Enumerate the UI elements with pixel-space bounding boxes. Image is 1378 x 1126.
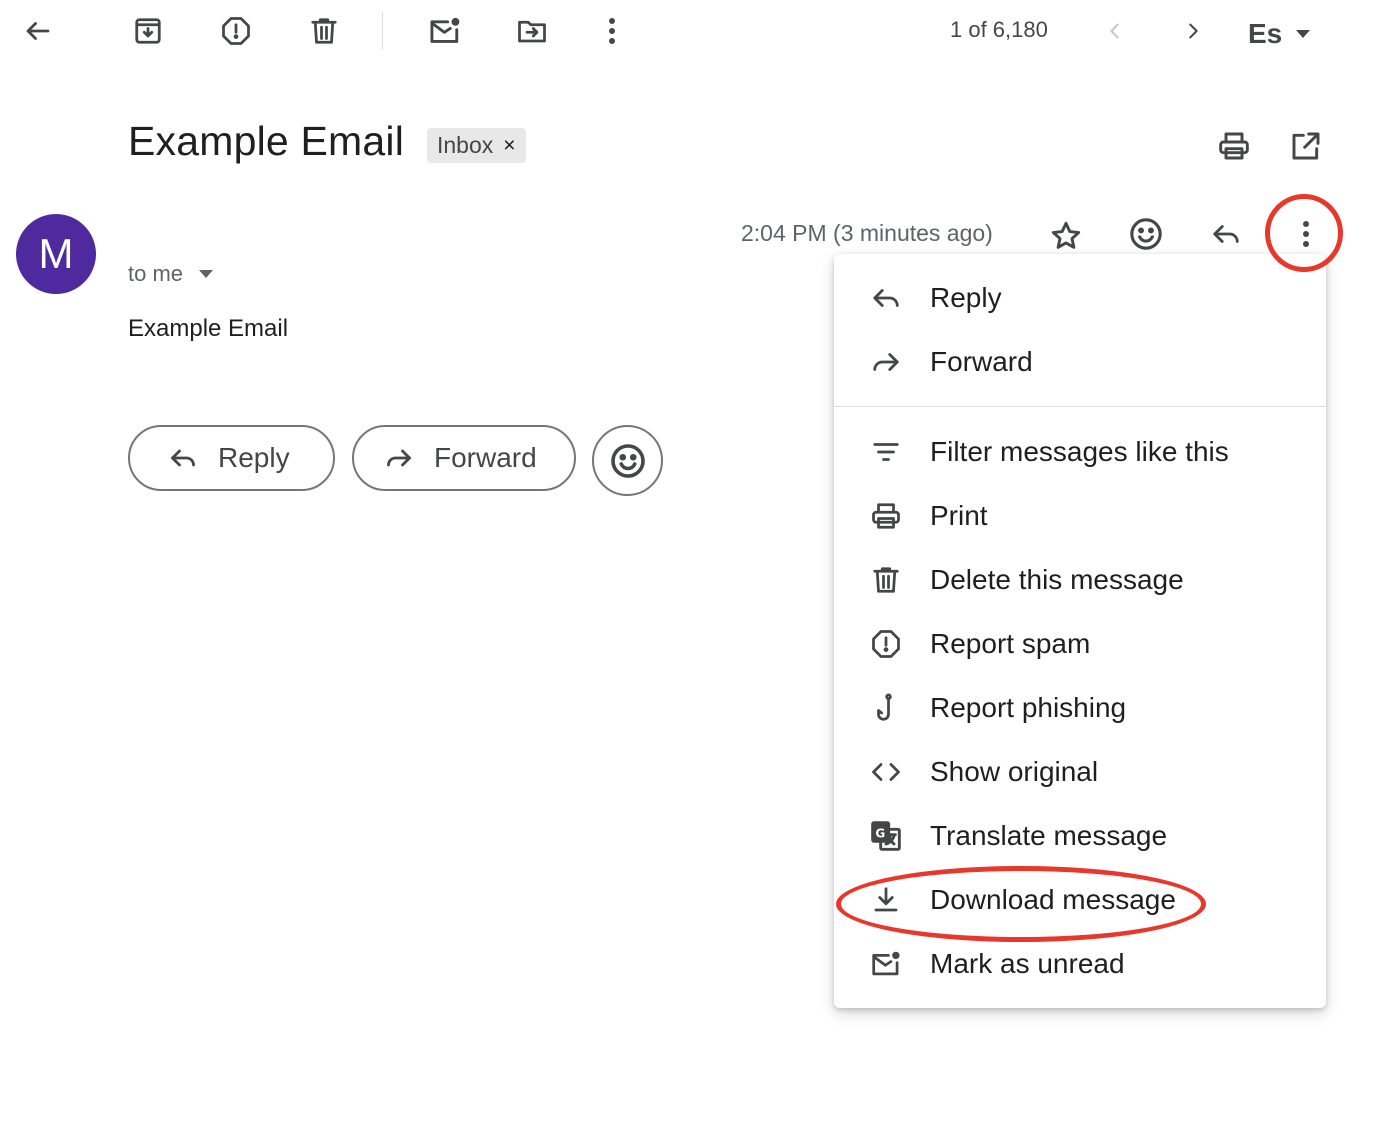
trash-icon [870, 564, 902, 596]
emoji-icon [610, 443, 645, 478]
menu-item-delete[interactable]: Delete this message [834, 548, 1326, 612]
move-to-button[interactable] [512, 12, 552, 50]
download-icon [870, 884, 902, 916]
input-tools-button[interactable]: Es [1248, 14, 1311, 54]
menu-item-label: Translate message [930, 820, 1168, 851]
archive-button[interactable] [128, 12, 168, 50]
email-subject: Example Email [128, 118, 405, 164]
chevron-down-icon [1296, 30, 1311, 38]
forward-icon [387, 449, 411, 467]
avatar[interactable]: M [16, 214, 96, 294]
menu-item-label: Report phishing [930, 692, 1127, 723]
more-vert-icon [609, 18, 615, 44]
menu-item-label: Mark as unread [930, 948, 1125, 979]
newer-button[interactable] [1100, 12, 1130, 50]
add-reaction-button[interactable] [1126, 214, 1166, 254]
menu-item-label: Print [930, 500, 988, 531]
menu-item-reply[interactable]: Reply [834, 266, 1326, 330]
emoji-icon [1130, 218, 1162, 250]
more-vert-icon [1303, 221, 1309, 247]
back-button[interactable] [18, 12, 58, 50]
reply-icon [1213, 225, 1239, 243]
trash-icon [311, 18, 337, 44]
recipient-label: to me [128, 261, 184, 286]
label-chip-text: Inbox [437, 132, 494, 158]
message-timestamp: 2:04 PM (3 minutes ago) [741, 220, 993, 246]
move-to-folder-icon [518, 20, 546, 43]
code-icon [870, 756, 902, 788]
reply-icon [171, 449, 195, 467]
open-new-window-button[interactable] [1286, 126, 1326, 166]
chevron-down-icon [199, 270, 214, 278]
report-spam-button[interactable] [216, 12, 256, 50]
translate-icon: G [870, 820, 902, 852]
recipient-details[interactable]: to me [128, 261, 214, 287]
reply-button[interactable] [1206, 214, 1246, 254]
message-more-button[interactable] [1286, 214, 1326, 254]
print-icon [1219, 132, 1249, 160]
menu-item-report-phishing[interactable]: Report phishing [834, 676, 1326, 740]
reply-pill-label: Reply [218, 442, 290, 473]
menu-item-mark-unread[interactable]: Mark as unread [834, 932, 1326, 996]
reply-icon [870, 282, 902, 314]
menu-item-label: Delete this message [930, 564, 1184, 595]
toolbar-divider [382, 12, 383, 50]
print-all-button[interactable] [1214, 126, 1254, 166]
mark-unread-icon [430, 17, 460, 43]
menu-divider [834, 406, 1326, 407]
forward-pill-button[interactable]: Forward [352, 425, 576, 491]
menu-item-label: Download message [930, 884, 1176, 915]
pagination-count: 1 of 6,180 [950, 17, 1048, 42]
menu-item-print[interactable]: Print [834, 484, 1326, 548]
report-spam-icon [222, 17, 250, 45]
menu-item-download[interactable]: Download message [834, 868, 1326, 932]
star-button[interactable] [1046, 216, 1086, 256]
print-icon [870, 500, 902, 532]
forward-icon [870, 346, 902, 378]
menu-item-label: Report spam [930, 628, 1091, 659]
message-options-menu: Reply Forward Filter messages like this … [834, 254, 1326, 1008]
phishing-hook-icon [870, 692, 902, 724]
report-spam-icon [870, 628, 902, 660]
mark-unread-icon [870, 948, 902, 980]
message-body: Example Email [128, 315, 289, 342]
more-options-button[interactable] [596, 12, 628, 50]
reply-pill-button[interactable]: Reply [128, 425, 335, 491]
menu-item-translate[interactable]: G Translate message [834, 804, 1326, 868]
menu-item-forward[interactable]: Forward [834, 330, 1326, 394]
older-button[interactable] [1178, 12, 1208, 50]
delete-button[interactable] [304, 12, 344, 50]
open-in-new-icon [1292, 132, 1320, 160]
chevron-left-icon [1110, 23, 1119, 39]
close-icon[interactable]: × [503, 134, 515, 158]
emoji-reaction-button[interactable] [592, 425, 663, 496]
mark-unread-button[interactable] [424, 12, 466, 50]
input-tools-label: Es [1248, 18, 1283, 49]
archive-icon [135, 18, 161, 44]
menu-item-filter[interactable]: Filter messages like this [834, 420, 1326, 484]
menu-item-show-original[interactable]: Show original [834, 740, 1326, 804]
menu-item-label: Filter messages like this [930, 436, 1229, 467]
menu-item-report-spam[interactable]: Report spam [834, 612, 1326, 676]
star-icon [1051, 221, 1081, 249]
label-chip-inbox[interactable]: Inbox × [427, 128, 526, 163]
menu-item-label: Reply [930, 282, 1002, 313]
svg-text:G: G [875, 826, 885, 840]
menu-item-label: Forward [930, 346, 1033, 377]
menu-item-label: Show original [930, 756, 1099, 787]
arrow-back-icon [26, 22, 50, 40]
filter-icon [870, 436, 902, 468]
chevron-right-icon [1189, 23, 1198, 39]
forward-pill-label: Forward [434, 442, 537, 473]
